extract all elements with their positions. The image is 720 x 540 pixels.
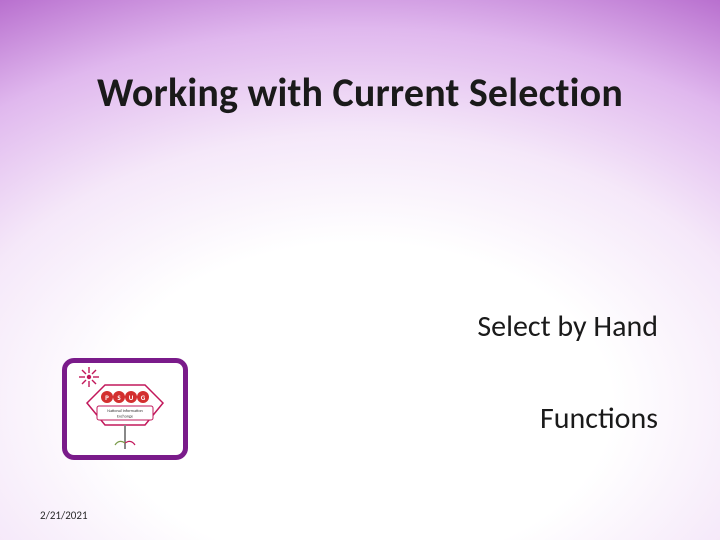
svg-text:U: U (129, 393, 134, 402)
footer-date: 2/21/2021 (40, 509, 88, 522)
svg-text:P: P (105, 393, 109, 402)
subtitle-functions: Functions (540, 400, 658, 437)
logo-frame: P S U G National Information Exchange (62, 358, 188, 460)
subtitle-select-by-hand: Select by Hand (477, 308, 658, 345)
slide-title: Working with Current Selection (0, 68, 720, 117)
svg-text:G: G (141, 393, 146, 402)
psug-logo: P S U G National Information Exchange (67, 363, 183, 455)
logo-banner-line1: National Information (107, 409, 142, 414)
logo-banner-line2: Exchange (117, 415, 133, 420)
